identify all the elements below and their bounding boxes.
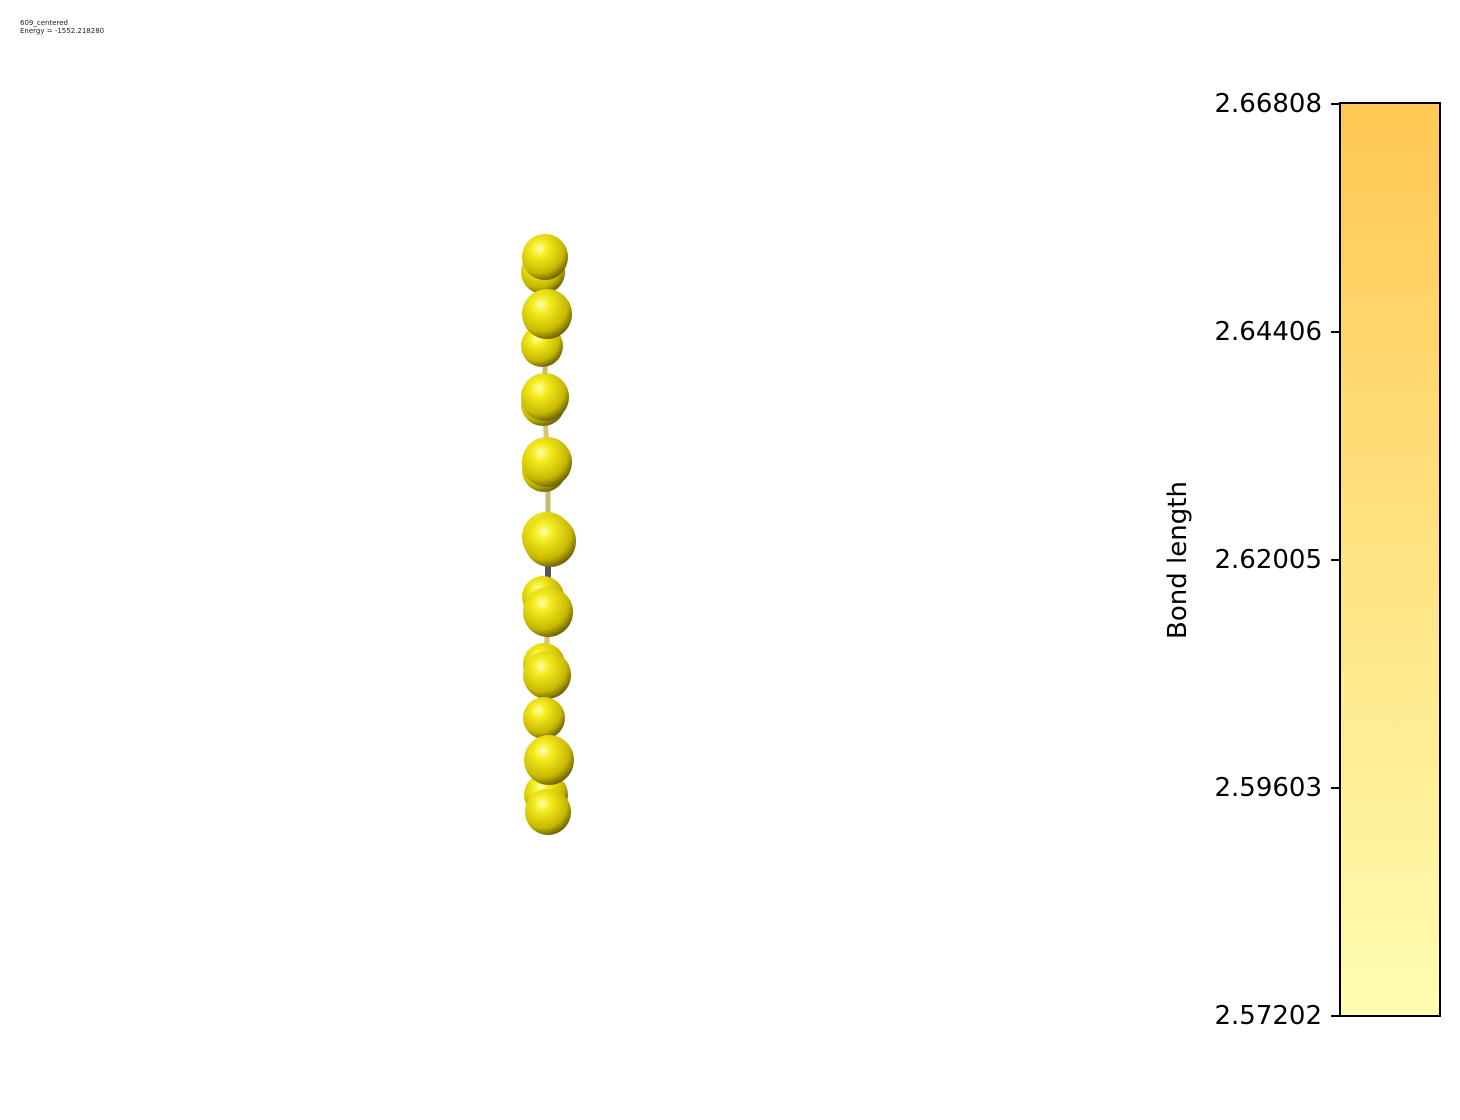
atoms-group: [521, 234, 576, 835]
atom: [523, 697, 565, 739]
atom: [523, 651, 571, 699]
atom: [522, 289, 572, 339]
atom: [522, 234, 568, 280]
colorbar-tick-label: 2.64406: [1214, 317, 1322, 348]
atom: [522, 437, 572, 487]
atom: [524, 515, 576, 567]
atom: [525, 789, 571, 835]
atom: [521, 373, 569, 421]
colorbar: [1331, 102, 1441, 1017]
colorbar-tick-label: 2.66808: [1214, 89, 1322, 119]
atom: [523, 587, 573, 637]
colorbar-tick-label: 2.62005: [1214, 545, 1322, 575]
colorbar-tick-label: 2.57202: [1214, 1001, 1322, 1031]
colorbar-ticks: [1331, 103, 1340, 1017]
atom: [524, 735, 574, 785]
colorbar-label: Bond length: [1163, 481, 1193, 639]
colorbar-tick-label: 2.59603: [1214, 773, 1322, 804]
colorbar-gradient: [1339, 102, 1441, 1017]
